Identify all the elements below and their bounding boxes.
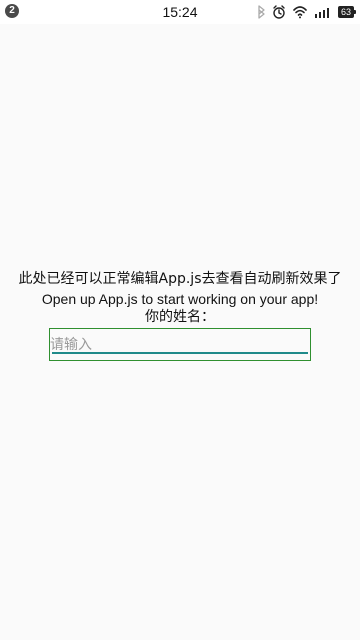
status-bar: 2 15:24 63: [0, 0, 360, 24]
name-input-container[interactable]: [49, 328, 311, 361]
main-content: 此处已经可以正常编辑App.js去查看自动刷新效果了 Open up App.j…: [0, 270, 360, 326]
battery-icon: 63: [338, 6, 356, 18]
alarm-icon: [272, 5, 286, 19]
input-underline: [52, 352, 308, 354]
name-input[interactable]: [50, 329, 310, 360]
bluetooth-icon: [256, 5, 266, 19]
welcome-text: 此处已经可以正常编辑App.js去查看自动刷新效果了: [18, 271, 342, 287]
wifi-icon: [292, 5, 308, 19]
name-label: 你的姓名：: [145, 309, 215, 325]
status-icons: 63: [256, 4, 356, 20]
instructions-text: Open up App.js to start working on your …: [41, 291, 319, 307]
signal-icon: [314, 5, 332, 19]
